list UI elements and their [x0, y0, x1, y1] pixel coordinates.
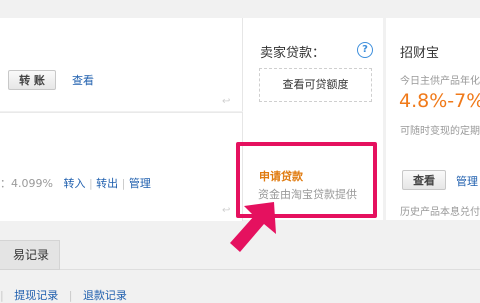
yuebao-row: ：4.099% 转入 | 转出 | 管理	[0, 175, 151, 191]
transfer-out-link[interactable]: 转出	[96, 177, 118, 190]
view-loan-quota-button[interactable]: 查看可贷额度	[259, 68, 372, 102]
withdraw-records-link[interactable]: 提现记录	[14, 289, 58, 302]
transfer-button[interactable]: 转 账	[8, 70, 56, 90]
tab-transaction-records[interactable]: 易记录	[0, 240, 60, 270]
manage-link[interactable]: 管理	[129, 177, 151, 190]
separator: |	[0, 289, 4, 302]
balance-panel	[0, 18, 243, 111]
records-link-row: | 提现记录 | 退款记录	[0, 287, 127, 303]
help-icon[interactable]: ?	[357, 42, 373, 58]
zhaocaibao-title: 招财宝	[400, 46, 440, 61]
corner-return-icon: ↩	[222, 96, 231, 107]
zhaocaibao-history: 历史产品本息兑付	[400, 207, 480, 218]
seller-loan-title: 卖家贷款：	[260, 46, 326, 61]
tab-divider	[60, 269, 480, 270]
yuebao-rate: ：4.099%	[0, 177, 53, 190]
separator: |	[88, 177, 93, 190]
zhaocaibao-rate: 4.8%-7%	[399, 90, 480, 112]
separator: |	[68, 289, 73, 302]
apply-loan-link[interactable]: 申请贷款	[259, 168, 303, 184]
refund-records-link[interactable]: 退款记录	[83, 289, 127, 302]
zhaocaibao-manage-link[interactable]: 管理	[456, 173, 478, 189]
separator: |	[121, 177, 126, 190]
view-button[interactable]: 查看	[402, 170, 446, 190]
zhaocaibao-note: 可随时变现的定期	[400, 126, 480, 137]
yuebao-panel	[0, 112, 243, 221]
zhaocaibao-subtitle: 今日主供产品年化	[400, 76, 480, 87]
transfer-in-link[interactable]: 转入	[63, 177, 85, 190]
pointer-arrow-icon	[230, 202, 276, 252]
view-balance-link[interactable]: 查看	[72, 72, 94, 88]
